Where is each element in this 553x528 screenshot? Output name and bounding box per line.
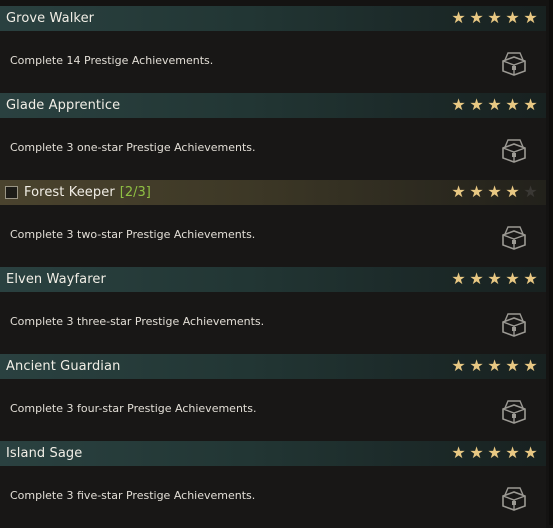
star-icon: ★ [451,356,466,375]
scrollbar[interactable] [549,0,553,525]
achievement-title: Island Sage [6,446,83,461]
star-rating: ★ ★ ★ ★ ★ [450,444,539,462]
star-icon: ★ [451,95,466,114]
achievement-title: Forest Keeper [24,185,115,200]
achievement-row[interactable]: Forest Keeper [2/3] ★ ★ ★ ★ ★ Complete 3… [0,180,553,267]
star-icon: ★ [469,269,484,288]
star-icon: ★ [505,269,520,288]
star-icon: ★ [469,443,484,462]
achievement-description: Complete 3 two-star Prestige Achievement… [10,227,256,241]
achievement-header: Elven Wayfarer ★ ★ ★ ★ ★ [0,267,546,292]
achievement-title: Glade Apprentice [6,98,121,113]
star-icon: ★ [487,269,502,288]
achievement-body: Complete 3 five-star Prestige Achievemen… [0,466,546,528]
achievement-title: Elven Wayfarer [6,272,106,287]
star-rating: ★ ★ ★ ★ ★ [450,183,539,201]
star-empty-icon: ★ [523,182,538,201]
star-icon: ★ [451,8,466,27]
reward-chest-icon[interactable] [500,486,528,512]
star-icon: ★ [523,443,538,462]
achievement-body: Complete 14 Prestige Achievements. [0,31,546,93]
star-icon: ★ [487,8,502,27]
achievement-description: Complete 3 one-star Prestige Achievement… [10,140,256,154]
achievement-title: Grove Walker [6,11,95,26]
reward-chest-icon[interactable] [500,51,528,77]
star-icon: ★ [505,8,520,27]
achievement-description: Complete 14 Prestige Achievements. [10,53,214,67]
achievement-header: Forest Keeper [2/3] ★ ★ ★ ★ ★ [0,180,546,205]
achievement-body: Complete 3 three-star Prestige Achieveme… [0,292,546,354]
achievement-row[interactable]: Island Sage ★ ★ ★ ★ ★ Complete 3 five-st… [0,441,553,528]
achievement-row[interactable]: Glade Apprentice ★ ★ ★ ★ ★ Complete 3 on… [0,93,553,180]
achievement-header: Ancient Guardian ★ ★ ★ ★ ★ [0,354,546,379]
achievement-row[interactable]: Grove Walker ★ ★ ★ ★ ★ Complete 14 Prest… [0,6,553,93]
star-icon: ★ [523,8,538,27]
achievement-header: Island Sage ★ ★ ★ ★ ★ [0,441,546,466]
achievement-title: Ancient Guardian [6,359,121,374]
achievement-body: Complete 3 one-star Prestige Achievement… [0,118,546,180]
achievement-row[interactable]: Elven Wayfarer ★ ★ ★ ★ ★ Complete 3 thre… [0,267,553,354]
star-icon: ★ [469,356,484,375]
star-icon: ★ [523,356,538,375]
star-icon: ★ [523,269,538,288]
star-rating: ★ ★ ★ ★ ★ [450,357,539,375]
star-icon: ★ [523,95,538,114]
achievement-header: Glade Apprentice ★ ★ ★ ★ ★ [0,93,546,118]
achievement-progress: [2/3] [119,185,151,200]
star-icon: ★ [505,182,520,201]
reward-chest-icon[interactable] [500,138,528,164]
star-rating: ★ ★ ★ ★ ★ [450,9,539,27]
star-icon: ★ [451,269,466,288]
achievement-row[interactable]: Ancient Guardian ★ ★ ★ ★ ★ Complete 3 fo… [0,354,553,441]
star-icon: ★ [451,182,466,201]
star-icon: ★ [487,443,502,462]
star-icon: ★ [505,95,520,114]
star-rating: ★ ★ ★ ★ ★ [450,270,539,288]
star-icon: ★ [451,443,466,462]
tracking-checkbox[interactable] [5,186,18,199]
star-rating: ★ ★ ★ ★ ★ [450,96,539,114]
achievement-description: Complete 3 four-star Prestige Achievemen… [10,401,257,415]
star-icon: ★ [469,95,484,114]
achievement-body: Complete 3 two-star Prestige Achievement… [0,205,546,267]
reward-chest-icon[interactable] [500,312,528,338]
star-icon: ★ [505,443,520,462]
reward-chest-icon[interactable] [500,399,528,425]
star-icon: ★ [505,356,520,375]
reward-chest-icon[interactable] [500,225,528,251]
achievement-description: Complete 3 three-star Prestige Achieveme… [10,314,265,328]
star-icon: ★ [469,182,484,201]
star-icon: ★ [469,8,484,27]
star-icon: ★ [487,95,502,114]
achievement-description: Complete 3 five-star Prestige Achievemen… [10,488,256,502]
achievement-body: Complete 3 four-star Prestige Achievemen… [0,379,546,441]
achievement-header: Grove Walker ★ ★ ★ ★ ★ [0,6,546,31]
achievement-list: Grove Walker ★ ★ ★ ★ ★ Complete 14 Prest… [0,0,553,528]
star-icon: ★ [487,182,502,201]
star-icon: ★ [487,356,502,375]
